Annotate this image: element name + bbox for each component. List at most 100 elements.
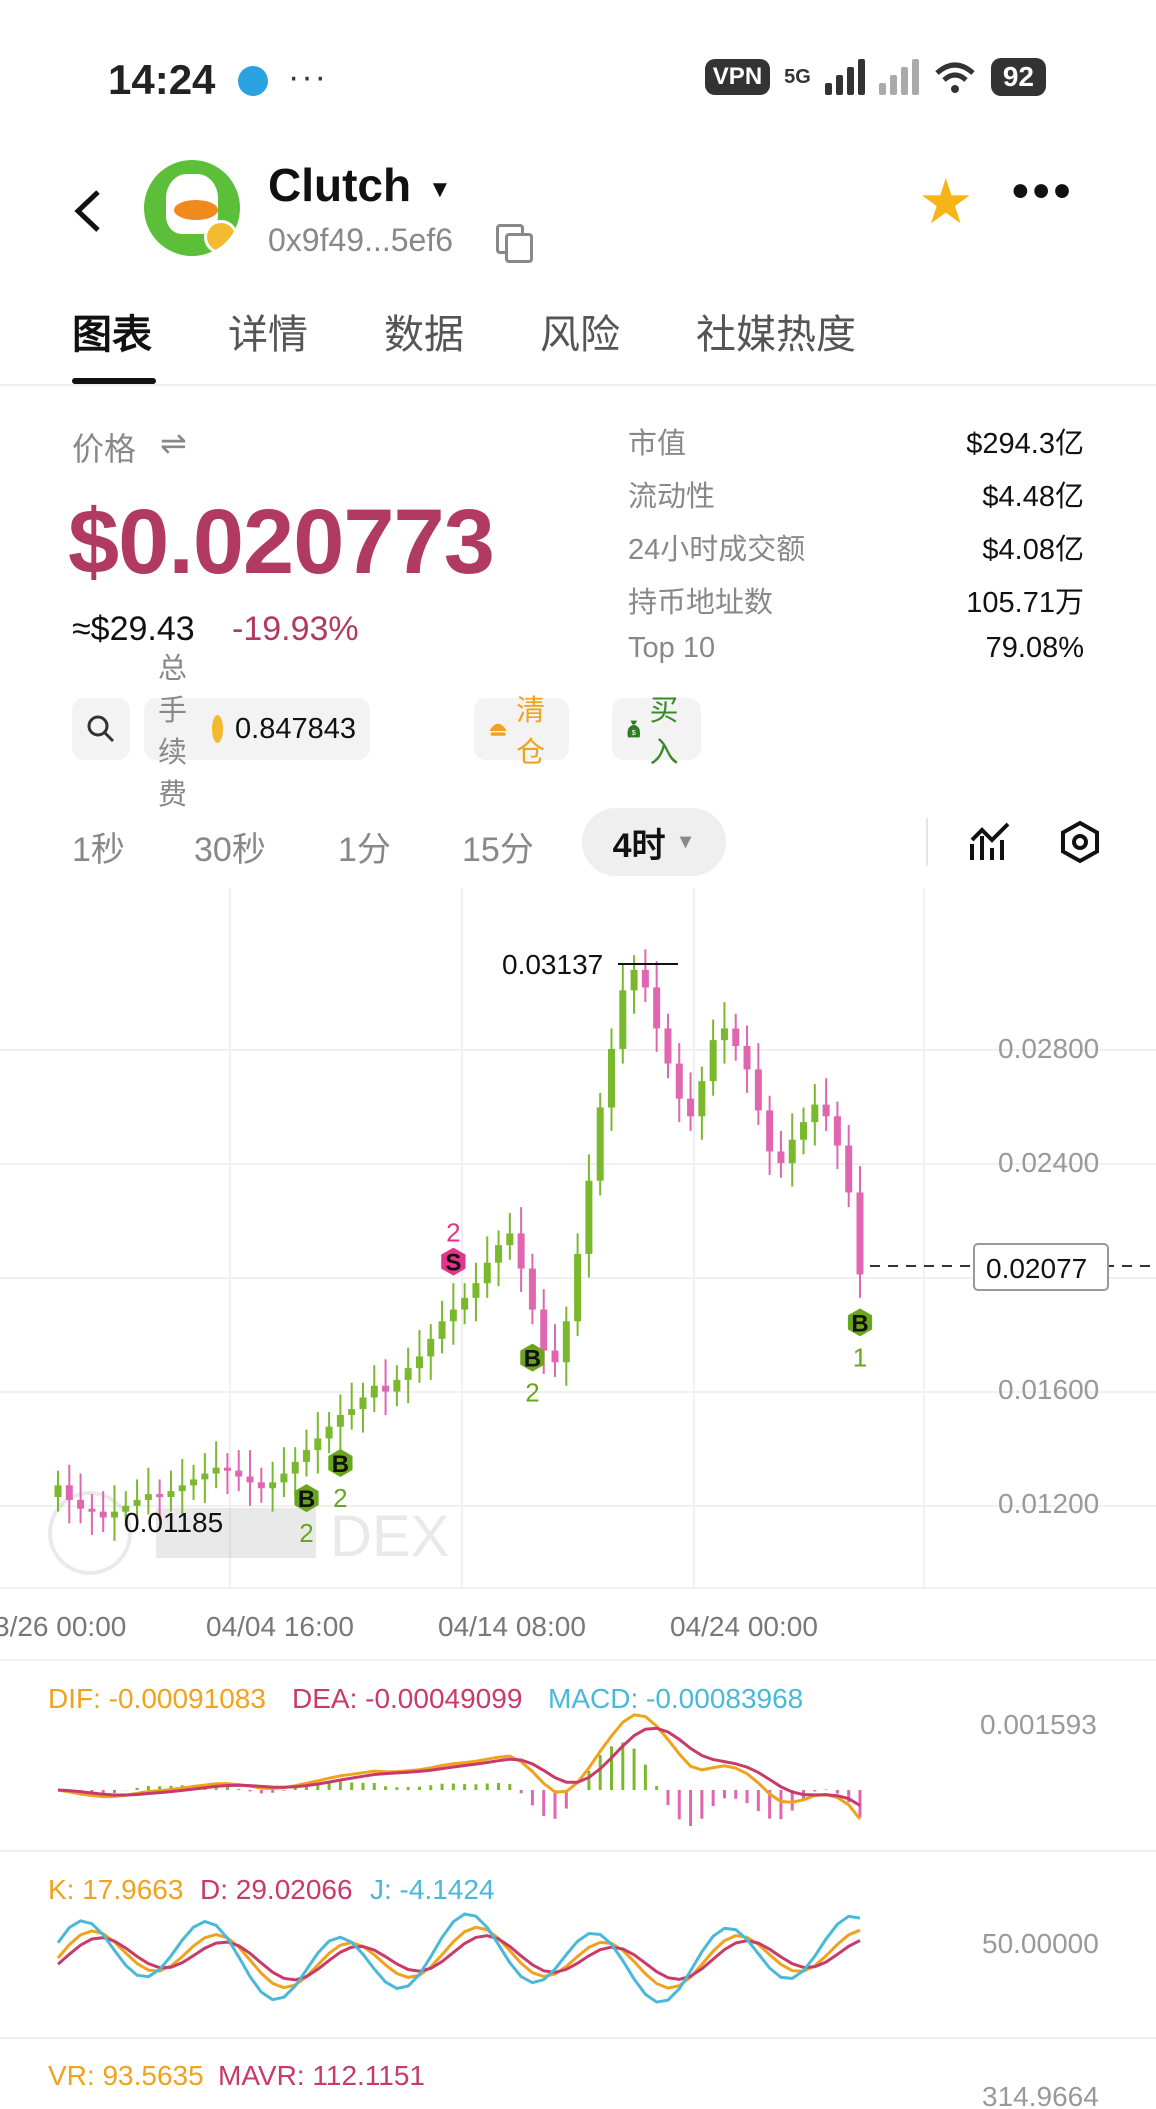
more-icon[interactable]: ••• — [1012, 164, 1074, 219]
macd-dea-label: DEA: -0.00049099 — [292, 1683, 522, 1714]
stats-panel: 市值 $294.3亿 流动性 $4.48亿 24小时成交额 $4.08亿 持币地址数 1… — [628, 420, 1084, 685]
candle-body — [607, 1048, 615, 1108]
macd-dif-label: DIF: -0.00091083 — [48, 1683, 266, 1714]
tab-data[interactable]: 数据 — [384, 302, 464, 360]
candle-body — [856, 1192, 864, 1275]
high-label: 0.03137 — [502, 949, 603, 980]
candle-body — [269, 1482, 277, 1489]
candle-body — [800, 1122, 808, 1140]
battery-icon: 92 — [990, 58, 1046, 96]
stat-label: 24小时成交额 — [628, 534, 806, 566]
divider — [926, 818, 928, 866]
search-icon — [87, 715, 115, 743]
candle-body — [88, 1508, 96, 1512]
candle-body — [743, 1046, 751, 1070]
search-button[interactable] — [72, 698, 130, 760]
tab-social[interactable]: 社媒热度 — [696, 302, 856, 360]
candle-body — [720, 1028, 728, 1041]
candle-body — [596, 1107, 604, 1181]
swap-icon[interactable]: ⇌ — [160, 424, 187, 462]
trade-markers: B2B2S2B2B1 — [294, 1218, 873, 1548]
candle-body — [483, 1262, 491, 1284]
macd-right-value: 0.001593 — [980, 1709, 1097, 1740]
marker-label: B — [332, 1451, 349, 1478]
kdj-panel — [56, 1912, 861, 2004]
status-dots: ··· — [288, 58, 328, 96]
marker-label: S — [445, 1250, 461, 1277]
tab-risk[interactable]: 风险 — [540, 302, 620, 360]
fee-pill[interactable]: 总手续费 0.847843 — [144, 653, 370, 811]
marker-label: B — [524, 1346, 541, 1373]
indicator-icon[interactable] — [968, 820, 1012, 864]
candle-body — [65, 1485, 73, 1500]
candle-body — [811, 1104, 819, 1123]
tab-bar: 图表 详情 数据 风险 社媒热度 — [0, 290, 1156, 386]
candle-body — [404, 1368, 412, 1380]
bnb-chain-icon — [204, 220, 238, 254]
stat-value: $4.48亿 — [982, 481, 1084, 513]
buy-button[interactable]: $ 买入 — [612, 695, 702, 769]
candle-body — [144, 1494, 152, 1500]
interval-1s[interactable]: 1秒 — [72, 822, 125, 871]
marker-count: 2 — [446, 1218, 460, 1248]
stat-row: 24小时成交额 $4.08亿 — [628, 526, 1084, 579]
candle-body — [619, 990, 627, 1049]
price-value: $0.020773 — [68, 491, 495, 593]
interval-30s[interactable]: 30秒 — [194, 822, 266, 871]
star-icon[interactable]: ★ — [918, 172, 974, 234]
candle-body — [551, 1350, 559, 1363]
candle-body — [223, 1467, 231, 1471]
candle-body — [766, 1110, 774, 1152]
tab-chart[interactable]: 图表 — [72, 302, 152, 360]
candle-body — [709, 1040, 717, 1082]
macd-value-label: MACD: -0.00083968 — [548, 1683, 803, 1714]
price-chart[interactable]: 0.02800 0.02400 0.01600 0.01200 3/26 00:… — [0, 888, 1156, 2109]
marker-count: 1 — [853, 1342, 867, 1372]
back-arrow-icon[interactable] — [68, 186, 108, 236]
y-tick-label: 0.01600 — [998, 1374, 1099, 1405]
candle-body — [698, 1081, 706, 1117]
token-header: Clutch ▼ 0x9f49...5ef6 ★ ••• — [0, 150, 1156, 280]
chevron-down-icon[interactable]: ▼ — [428, 176, 452, 204]
kdj-k-line — [56, 1925, 861, 1990]
y-tick-label: 0.01200 — [998, 1488, 1099, 1519]
x-tick-label: 04/24 00:00 — [670, 1611, 818, 1642]
kdj-k-label: K: 17.9663 — [48, 1874, 183, 1905]
mavr-label: MAVR: 112.1151 — [218, 2060, 425, 2091]
candle-body — [732, 1028, 740, 1046]
avatar-beak — [174, 200, 218, 220]
clear-button[interactable]: 清仓 — [474, 695, 570, 769]
candle-body — [156, 1494, 164, 1498]
token-address: 0x9f49...5ef6 — [268, 222, 454, 258]
vr-right-value: 314.9664 — [982, 2081, 1099, 2109]
tab-details[interactable]: 详情 — [228, 302, 308, 360]
interval-bar: 1秒 30秒 1分 15分 4时 ▼ — [0, 808, 1156, 880]
low-label: 0.01185 — [124, 1507, 223, 1538]
candle-body — [178, 1485, 186, 1492]
candle-body — [630, 969, 638, 991]
interval-15m[interactable]: 15分 — [462, 822, 534, 871]
stat-row: 市值 $294.3亿 — [628, 420, 1084, 473]
stat-label: 持币地址数 — [628, 587, 774, 619]
marker-label: B — [298, 1486, 315, 1513]
candle-body — [393, 1379, 401, 1392]
clear-position-icon — [489, 723, 507, 736]
interval-4h[interactable]: 4时 ▼ — [582, 808, 726, 876]
clear-label: 清仓 — [516, 695, 546, 769]
status-time: 14:24 — [108, 56, 216, 103]
interval-1m[interactable]: 1分 — [338, 822, 391, 871]
stat-row: 持币地址数 105.71万 — [628, 579, 1084, 632]
settings-icon[interactable] — [1058, 820, 1102, 864]
stat-label: 市值 — [628, 428, 687, 460]
chart-grid — [0, 888, 1156, 2039]
svg-text:$: $ — [632, 728, 637, 737]
candle-body — [110, 1511, 118, 1518]
candle-body — [528, 1268, 536, 1310]
candle-body — [641, 969, 649, 988]
token-name[interactable]: Clutch — [268, 158, 411, 212]
candle-body — [280, 1473, 288, 1483]
fee-value: 0.847843 — [235, 712, 356, 745]
candle-body — [336, 1415, 344, 1427]
copy-icon[interactable] — [496, 224, 533, 263]
candle-body — [845, 1145, 853, 1193]
